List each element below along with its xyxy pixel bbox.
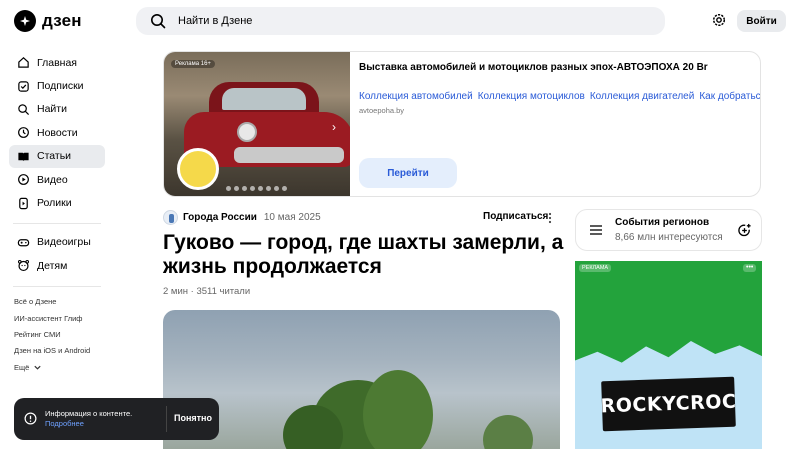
- subscriptions-icon: [18, 80, 29, 92]
- link-more[interactable]: Ещё: [14, 359, 105, 375]
- exhibition-logo: [177, 148, 219, 190]
- search-placeholder: Найти в Дзене: [178, 15, 253, 27]
- sidebar-item-label: Видео: [37, 173, 68, 186]
- chevron-down-icon: [34, 365, 41, 370]
- car-grille-shape: [234, 147, 344, 163]
- ad-link-engines[interactable]: Коллекция двигателей: [590, 91, 694, 102]
- link-media-rating[interactable]: Рейтинг СМИ: [14, 326, 105, 342]
- home-icon: [18, 57, 29, 68]
- subscribe-button[interactable]: Подписаться: [483, 211, 548, 222]
- search-input[interactable]: Найти в Дзене: [136, 7, 665, 35]
- sidebar-item-search[interactable]: Найти: [9, 98, 105, 121]
- channel-name[interactable]: Города России: [183, 212, 257, 223]
- video-icon: [18, 174, 29, 186]
- sidebar-item-news[interactable]: Новости: [9, 121, 105, 144]
- carousel-dots: [226, 186, 287, 191]
- more-options-icon[interactable]: •••: [743, 264, 757, 272]
- sidebar-item-shorts[interactable]: Ролики: [9, 191, 105, 214]
- toast-more-link[interactable]: Подробнее: [45, 419, 84, 428]
- ad-link-directions[interactable]: Как добраться: [699, 91, 760, 102]
- link-mobile-apps[interactable]: Дзен на iOS и Android: [14, 343, 105, 359]
- sidebar-divider: [13, 222, 101, 224]
- subscribe-plus-icon[interactable]: [737, 223, 752, 238]
- zen-logo[interactable]: дзен: [14, 10, 82, 32]
- sidebar-item-label: Новости: [37, 126, 78, 139]
- sidebar-item-home[interactable]: Главная: [9, 51, 105, 74]
- publish-date: 10 мая 2025: [263, 212, 321, 223]
- toast-message: Информация о контенте.: [45, 409, 133, 418]
- sidebar-item-kids[interactable]: Детям: [9, 254, 105, 277]
- content-info-toast: Информация о контенте. Подробнее Понятно: [14, 398, 219, 440]
- article-image[interactable]: [163, 310, 560, 449]
- sidebar-item-label: Подписки: [37, 80, 84, 93]
- search-icon: [18, 104, 30, 116]
- ad-domain: avtoepoha.by: [359, 106, 405, 115]
- brand-logo: ROCKYCROC: [600, 376, 737, 432]
- ad-image[interactable]: Реклама 16+ ›: [164, 52, 350, 196]
- sidebar-item-label: Главная: [37, 56, 77, 69]
- sidebar-item-label: Детям: [37, 259, 68, 272]
- ad-title[interactable]: Выставка автомобилей и мотоциклов разных…: [359, 60, 749, 75]
- sidebar-item-label: Ролики: [37, 197, 72, 210]
- logo-text: дзен: [42, 11, 82, 30]
- sidebar-item-videogames[interactable]: Видеоигры: [9, 231, 105, 254]
- sidebar-item-label: Видеоигры: [37, 236, 91, 249]
- channel-info[interactable]: Города России 10 мая 2025: [163, 210, 321, 225]
- more-options-icon[interactable]: [547, 212, 553, 224]
- article-meta: 2 мин · 3511 читали: [163, 286, 251, 297]
- search-icon: [151, 14, 166, 29]
- sidebar-item-articles[interactable]: Статьи: [9, 144, 105, 168]
- promo-banner[interactable]: РЕКЛАМА ••• ROCKYCROC: [575, 261, 762, 449]
- footer-links: Всё о Дзене ИИ-ассистент Глиф Рейтинг СМ…: [9, 294, 105, 376]
- sidebar-nav: Главная Подписки Найти Новости Статьи Ви…: [9, 51, 105, 375]
- toast-ok-button[interactable]: Понятно: [174, 413, 212, 423]
- login-button[interactable]: Войти: [737, 10, 786, 32]
- car-headlight-shape: [237, 122, 257, 142]
- toast-divider: [166, 406, 167, 432]
- ad-link-cars[interactable]: Коллекция автомобилей: [359, 91, 473, 102]
- zen-logo-icon: [14, 10, 36, 32]
- regions-events-card[interactable]: События регионов 8,66 млн интересуются: [575, 209, 762, 251]
- sidebar-item-video[interactable]: Видео: [9, 168, 105, 191]
- chevron-right-icon[interactable]: ›: [332, 120, 336, 134]
- ad-age-badge: Реклама 16+: [171, 60, 215, 68]
- ad-link-motorcycles[interactable]: Коллекция мотоциклов: [478, 91, 585, 102]
- ad-label: РЕКЛАМА: [579, 264, 612, 272]
- tree-shape: [363, 370, 433, 449]
- info-icon: [24, 412, 37, 425]
- more-label: Ещё: [14, 362, 30, 372]
- sidebar-item-label: Найти: [37, 103, 67, 116]
- shorts-icon: [19, 197, 28, 209]
- ad-card[interactable]: Реклама 16+ › Выставка автомобилей и мот…: [163, 51, 761, 197]
- regions-subtitle: 8,66 млн интересуются: [615, 232, 723, 243]
- kids-icon: [17, 260, 30, 272]
- sidebar-item-subscriptions[interactable]: Подписки: [9, 74, 105, 97]
- brand-name: ROCKYCROC: [600, 390, 737, 418]
- ad-go-button[interactable]: Перейти: [359, 158, 457, 188]
- sidebar-item-label: Статьи: [37, 150, 72, 163]
- ad-sitelinks: Коллекция автомобилей Коллекция мотоцикл…: [359, 91, 760, 102]
- channel-avatar[interactable]: [163, 210, 178, 225]
- link-about-zen[interactable]: Всё о Дзене: [14, 294, 105, 310]
- sidebar-divider: [13, 285, 101, 287]
- tree-shape: [483, 415, 533, 449]
- articles-icon: [18, 152, 29, 161]
- regions-title: События регионов: [615, 217, 710, 228]
- menu-icon: [590, 225, 602, 235]
- car-window-shape: [222, 88, 306, 110]
- gear-icon[interactable]: [711, 12, 727, 28]
- news-icon: [18, 127, 29, 139]
- article-title: Гуково — город, где шахты замерли, а жиз…: [163, 231, 564, 278]
- link-ai-assistant[interactable]: ИИ-ассистент Глиф: [14, 310, 105, 326]
- gamepad-icon: [17, 239, 30, 247]
